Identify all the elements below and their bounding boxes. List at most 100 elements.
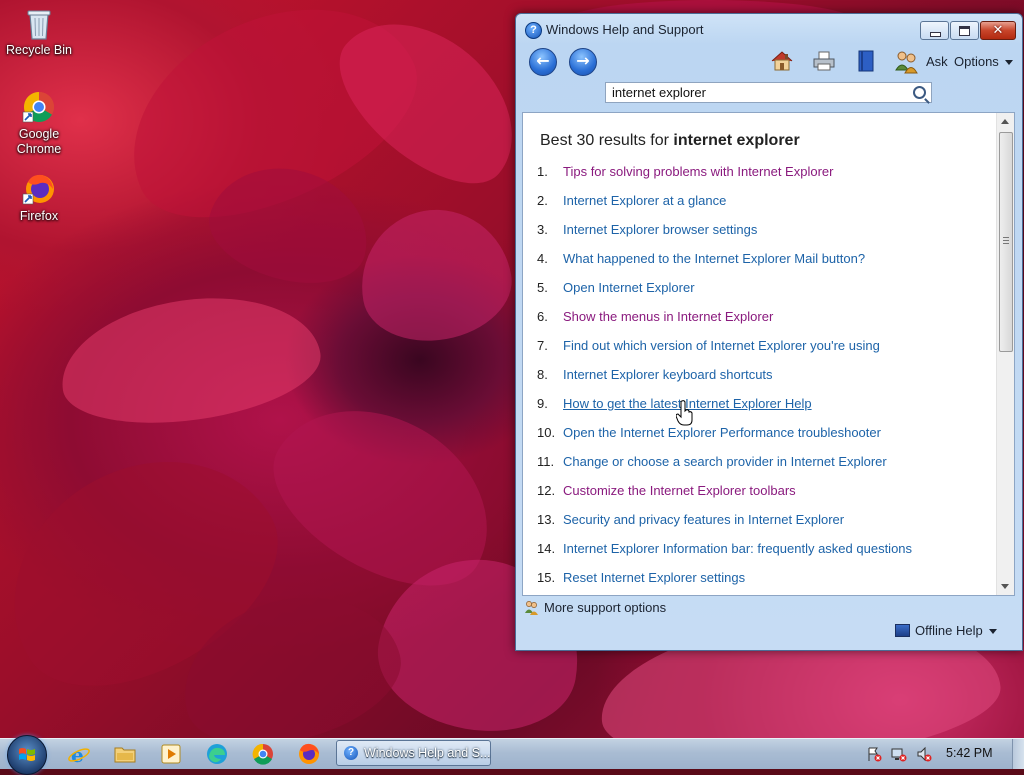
result-item: 6. Show the menus in Internet Explorer: [537, 309, 912, 338]
grip-icon: [1003, 237, 1009, 245]
edge-icon: [207, 744, 227, 764]
desktop-icon-label: Google Chrome: [16, 127, 62, 156]
close-button[interactable]: ✕: [980, 21, 1016, 40]
result-item: 4. What happened to the Internet Explorer…: [537, 251, 912, 280]
chrome-icon: [22, 90, 56, 124]
action-center-icon[interactable]: [866, 746, 882, 762]
taskbar-chrome[interactable]: [251, 742, 275, 766]
result-number: 11.: [537, 454, 555, 469]
ask-button[interactable]: Ask: [894, 50, 948, 74]
scroll-up-icon[interactable]: [1001, 119, 1009, 124]
options-menu-button[interactable]: Options: [954, 54, 1013, 69]
results-heading: Best 30 results for internet explorer: [540, 132, 800, 150]
result-link[interactable]: Tips for solving problems with Internet …: [563, 164, 833, 179]
toolbar: ← → Ask Options: [522, 44, 1016, 84]
taskbar-media-player[interactable]: [159, 742, 183, 766]
result-item: 10. Open the Internet Explorer Performanc…: [537, 425, 912, 454]
result-link[interactable]: Internet Explorer browser settings: [563, 222, 757, 237]
result-item: 9. How to get the latest Internet Explore…: [537, 396, 912, 425]
result-link[interactable]: Reset Internet Explorer settings: [563, 570, 745, 585]
help-icon: ?: [525, 22, 542, 39]
taskbar-windows-explorer[interactable]: [113, 742, 137, 766]
result-item: 1. Tips for solving problems with Interne…: [537, 164, 912, 193]
hand-cursor-icon: [676, 400, 693, 426]
result-number: 2.: [537, 193, 548, 208]
window-title: Windows Help and Support: [546, 22, 704, 37]
result-item: 14. Internet Explorer Information bar: fr…: [537, 541, 912, 570]
close-icon: ✕: [992, 23, 1004, 38]
desktop-icon-recycle-bin[interactable]: Recycle Bin: [1, 6, 77, 58]
folder-icon: [114, 747, 136, 763]
offline-help-menu[interactable]: Offline Help: [895, 623, 997, 638]
more-support-label: More support options: [544, 600, 667, 615]
result-number: 15.: [537, 570, 556, 585]
options-label: Options: [954, 54, 999, 69]
result-number: 4.: [537, 251, 548, 266]
arrow-right-icon: →: [576, 51, 590, 70]
more-support-options-link[interactable]: More support options: [524, 600, 666, 615]
result-link[interactable]: Find out which version of Internet Explo…: [563, 338, 880, 353]
clock[interactable]: 5:42 PM: [946, 746, 993, 760]
recycle-bin-icon: [22, 6, 56, 40]
maximize-button[interactable]: [950, 21, 979, 40]
desktop-icon-firefox[interactable]: Firefox: [1, 172, 77, 224]
desktop-icon-google-chrome[interactable]: Google Chrome: [1, 90, 77, 157]
chevron-down-icon: [988, 629, 997, 635]
forward-button[interactable]: →: [569, 48, 597, 76]
chrome-icon: [252, 743, 273, 765]
desktop-icon-label: Recycle Bin: [6, 43, 72, 57]
internet-explorer-icon: e: [68, 743, 90, 767]
taskbar-task-help-and-support[interactable]: ? Windows Help and S...: [336, 740, 491, 766]
result-link[interactable]: Show the menus in Internet Explorer: [563, 309, 773, 324]
offline-help-icon: [895, 624, 910, 637]
result-link[interactable]: What happened to the Internet Explorer M…: [563, 251, 865, 266]
result-number: 3.: [537, 222, 548, 237]
network-icon[interactable]: [891, 746, 907, 762]
back-button[interactable]: ←: [529, 48, 557, 76]
result-item: 15. Reset Internet Explorer settings: [537, 570, 912, 595]
minimize-button[interactable]: [920, 21, 949, 40]
browse-help-button[interactable]: [854, 50, 878, 72]
search-box[interactable]: [605, 82, 932, 103]
result-link[interactable]: Change or choose a search provider in In…: [563, 454, 887, 469]
search-icon[interactable]: [913, 86, 926, 99]
windows-logo-icon: [19, 748, 35, 761]
home-button[interactable]: [770, 50, 794, 72]
result-number: 13.: [537, 512, 556, 527]
result-number: 8.: [537, 367, 548, 382]
firefox-icon: [299, 743, 319, 764]
results-heading-prefix: Best 30 results for: [540, 132, 669, 149]
show-desktop-button[interactable]: [1012, 739, 1024, 769]
printer-icon: [813, 51, 835, 71]
taskbar-edge[interactable]: [205, 742, 229, 766]
result-number: 10.: [537, 425, 556, 440]
taskbar-firefox[interactable]: [297, 742, 321, 766]
result-link[interactable]: Open the Internet Explorer Performance t…: [563, 425, 881, 440]
result-number: 7.: [537, 338, 548, 353]
result-link[interactable]: Open Internet Explorer: [563, 280, 695, 295]
volume-icon[interactable]: [916, 746, 932, 762]
result-number: 5.: [537, 280, 548, 295]
result-link[interactable]: Internet Explorer keyboard shortcuts: [563, 367, 773, 382]
result-item: 12. Customize the Internet Explorer toolb…: [537, 483, 912, 512]
result-item: 3. Internet Explorer browser settings: [537, 222, 912, 251]
taskbar-internet-explorer[interactable]: e: [67, 742, 91, 767]
result-link[interactable]: Customize the Internet Explorer toolbars: [563, 483, 796, 498]
result-link[interactable]: Internet Explorer Information bar: frequ…: [563, 541, 912, 556]
result-link[interactable]: Internet Explorer at a glance: [563, 193, 726, 208]
home-icon: [771, 51, 793, 71]
taskbar: e ? Windows Help and S... 5:42 PM: [0, 735, 1024, 775]
start-button[interactable]: [7, 735, 47, 775]
offline-help-label: Offline Help: [915, 623, 983, 638]
results-list: 1. Tips for solving problems with Interne…: [537, 164, 912, 595]
search-input[interactable]: [612, 85, 902, 100]
print-button[interactable]: [812, 50, 836, 72]
result-number: 1.: [537, 164, 548, 179]
result-link[interactable]: Security and privacy features in Interne…: [563, 512, 844, 527]
title-bar[interactable]: ? Windows Help and Support ✕: [516, 14, 1022, 44]
scroll-thumb[interactable]: [999, 132, 1013, 352]
scroll-down-icon[interactable]: [1001, 584, 1009, 589]
result-item: 13. Security and privacy features in Inte…: [537, 512, 912, 541]
result-number: 14.: [537, 541, 556, 556]
vertical-scrollbar[interactable]: [996, 113, 1014, 595]
